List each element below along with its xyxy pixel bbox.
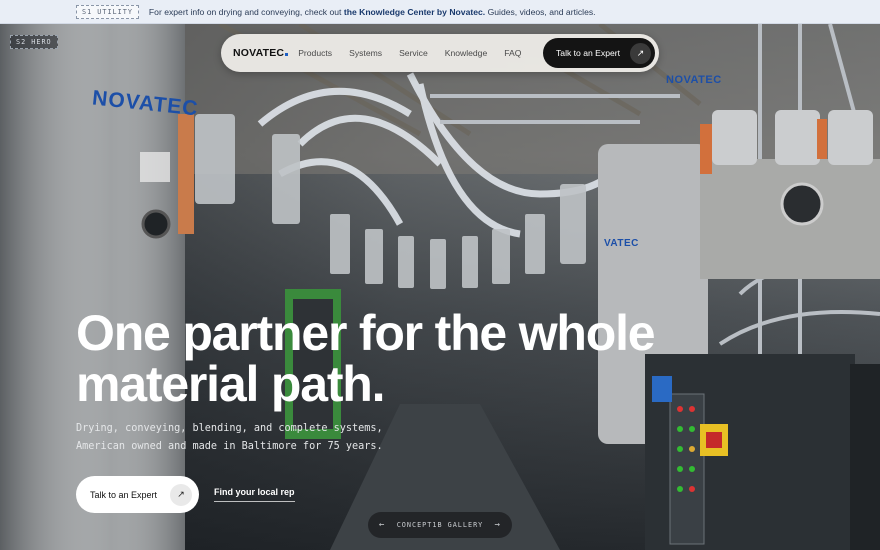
nav-talk-to-expert-button[interactable]: Talk to an Expert ↗ — [543, 38, 655, 68]
pipe-brand-logo: NOVATEC — [666, 74, 722, 86]
dryer-brand-logo: VATEC — [604, 238, 639, 249]
utility-bar: S1 UTILITY For expert info on drying and… — [0, 0, 880, 24]
nav-item-knowledge[interactable]: Knowledge — [445, 48, 488, 58]
knowledge-center-link[interactable]: the Knowledge Center by Novatec. — [344, 7, 485, 17]
utility-tag: S1 UTILITY — [76, 4, 139, 19]
hero-section: NOVATEC VATEC NOVATEC S2 HERO NOVATEC Pr… — [0, 24, 880, 550]
logo-dot-icon — [285, 53, 289, 56]
nav-item-products[interactable]: Products — [298, 48, 332, 58]
hero-headline: One partner for the whole material path. — [76, 305, 656, 412]
arrow-up-right-icon: ↗ — [170, 483, 192, 506]
hero-talk-to-expert-button[interactable]: Talk to an Expert ↗ — [76, 476, 199, 513]
arrow-up-right-icon: ↗ — [630, 42, 651, 64]
hero-subheadline: Drying, conveying, blending, and complet… — [76, 423, 383, 452]
main-navigation: NOVATEC Products Systems Service Knowled… — [221, 34, 659, 72]
hero-tag: S2 HERO — [10, 35, 58, 49]
utility-text: For expert info on drying and conveying,… — [148, 6, 596, 17]
nav-item-faq[interactable]: FAQ — [504, 48, 521, 58]
find-local-rep-link[interactable]: Find your local rep — [214, 487, 295, 502]
nav-item-service[interactable]: Service — [399, 48, 428, 58]
gallery-label: CONCEPT1B GALLERY — [396, 521, 484, 529]
nav-item-systems[interactable]: Systems — [349, 48, 382, 58]
novatec-logo[interactable]: NOVATEC — [233, 47, 289, 59]
gallery-switcher: ← CONCEPT1B GALLERY → — [368, 512, 512, 538]
arrow-left-icon[interactable]: ← — [379, 520, 385, 530]
arrow-right-icon[interactable]: → — [495, 520, 501, 530]
